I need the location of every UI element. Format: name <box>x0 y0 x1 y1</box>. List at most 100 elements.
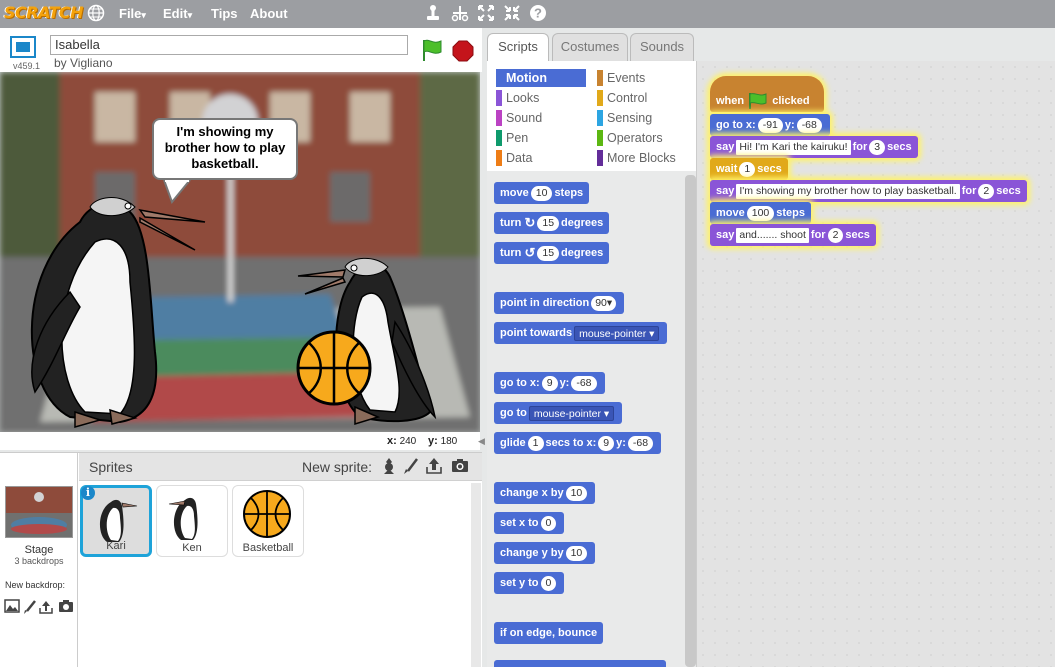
duplicate-stamp-icon[interactable] <box>423 4 443 24</box>
block-partial[interactable] <box>494 660 666 667</box>
block-text-input[interactable]: Hi! I'm Kari the kairuku! <box>736 139 851 155</box>
stage-canvas[interactable]: I'm showing my brother how to play baske… <box>0 72 480 432</box>
tab-sounds[interactable]: Sounds <box>630 33 694 61</box>
menu-tips[interactable]: Tips <box>211 6 238 21</box>
block-input[interactable]: -68 <box>796 117 822 133</box>
green-flag-icon[interactable] <box>420 38 444 62</box>
shrink-icon[interactable] <box>502 4 522 24</box>
block-set-y[interactable]: set y to 0 <box>494 572 565 594</box>
block-bounce[interactable]: if on edge, bounce <box>494 622 604 644</box>
block-point-in-direction[interactable]: point in direction 90▾ <box>494 292 625 314</box>
block-input[interactable]: 90▾ <box>591 295 617 311</box>
paintbrush-icon[interactable] <box>401 457 421 477</box>
category-more-blocks[interactable]: More Blocks <box>597 149 692 167</box>
fullscreen-icon[interactable] <box>10 36 36 58</box>
menu-edit[interactable]: Edit▾ <box>163 6 192 21</box>
block-go-to-xy[interactable]: go to x: -91 y: -68 <box>710 114 830 136</box>
block-text-input[interactable]: and....... shoot <box>736 227 809 243</box>
sprite-tile-ken[interactable]: Ken <box>156 485 228 557</box>
scratch-logo[interactable]: SCRATCH <box>4 3 83 22</box>
block-input[interactable]: 9 <box>541 375 558 391</box>
block-input[interactable]: 15 <box>537 215 560 231</box>
menu-about[interactable]: About <box>250 6 288 21</box>
sprite-list-scrollbar[interactable] <box>471 483 481 667</box>
upload-backdrop-icon[interactable] <box>38 599 54 615</box>
tab-costumes[interactable]: Costumes <box>552 33 628 61</box>
category-control[interactable]: Control <box>597 89 687 107</box>
block-change-y[interactable]: change y by 10 <box>494 542 596 564</box>
block-input[interactable]: -68 <box>627 435 654 451</box>
category-swatch <box>496 70 502 86</box>
block-move-steps[interactable]: move 100 steps <box>710 202 812 224</box>
block-say-for-secs[interactable]: say I'm showing my brother how to play ba… <box>710 180 1027 202</box>
help-icon[interactable]: ? <box>528 4 548 24</box>
category-swatch <box>597 130 603 146</box>
category-data[interactable]: Data <box>496 149 586 167</box>
paintbrush-icon[interactable] <box>22 599 38 615</box>
block-dropdown[interactable]: mouse-pointer ▾ <box>528 405 615 421</box>
block-input[interactable]: 2 <box>827 227 844 243</box>
block-input[interactable]: -91 <box>757 117 783 133</box>
category-sound[interactable]: Sound <box>496 109 586 127</box>
block-when-flag-clicked[interactable]: when clicked <box>710 76 824 112</box>
sprite-library-icon[interactable] <box>379 457 399 477</box>
upload-sprite-icon[interactable] <box>424 457 444 477</box>
block-glide[interactable]: glide 1 secs to x: 9 y: -68 <box>494 432 662 454</box>
paint-backdrop-picture-icon[interactable] <box>4 599 20 615</box>
block-say-for-secs[interactable]: say Hi! I'm Kari the kairuku! for 3 secs <box>710 136 918 158</box>
menu-file[interactable]: File▾ <box>119 6 146 21</box>
category-swatch <box>597 90 603 106</box>
tab-scripts[interactable]: Scripts <box>487 33 549 61</box>
block-input[interactable]: 100 <box>746 205 775 221</box>
block-point-towards[interactable]: point towards mouse-pointer ▾ <box>494 322 668 344</box>
block-input[interactable]: 0 <box>540 575 557 591</box>
block-change-x[interactable]: change x by 10 <box>494 482 596 504</box>
block-input[interactable]: 0 <box>540 515 557 531</box>
block-wait-secs[interactable]: wait 1 secs <box>710 158 788 180</box>
block-input[interactable]: 9 <box>598 435 615 451</box>
project-title-input[interactable]: Isabella <box>50 35 408 55</box>
block-go-to[interactable]: go to mouse-pointer ▾ <box>494 402 623 424</box>
category-operators[interactable]: Operators <box>597 129 687 147</box>
category-sensing[interactable]: Sensing <box>597 109 687 127</box>
delete-scissors-icon[interactable] <box>450 4 470 24</box>
category-pen[interactable]: Pen <box>496 129 586 147</box>
block-say-for-secs[interactable]: say and....... shoot for 2 secs <box>710 224 876 246</box>
block-categories: Motion Events Looks Control Sound Sensin… <box>487 61 697 171</box>
stop-icon[interactable] <box>452 40 474 62</box>
block-input[interactable]: 3 <box>869 139 886 155</box>
block-input[interactable]: 1 <box>527 435 544 451</box>
sprite-tile-kari[interactable]: i Kari <box>80 485 152 557</box>
speech-bubble-tail <box>163 180 191 204</box>
camera-icon[interactable] <box>450 457 470 477</box>
rotate-clockwise-icon: ↻ <box>524 215 536 231</box>
block-input[interactable]: -68 <box>571 375 597 391</box>
grow-icon[interactable] <box>476 4 496 24</box>
category-motion[interactable]: Motion <box>496 69 586 87</box>
block-input[interactable]: 15 <box>537 245 560 261</box>
speech-line: I'm showing my <box>176 124 274 139</box>
block-input[interactable]: 10 <box>565 545 588 561</box>
stage-thumbnail[interactable] <box>5 486 73 538</box>
block-text-input[interactable]: I'm showing my brother how to play baske… <box>736 183 960 199</box>
block-input[interactable]: 10 <box>565 485 588 501</box>
category-looks[interactable]: Looks <box>496 89 586 107</box>
block-move-steps[interactable]: move 10 steps <box>494 182 590 204</box>
block-input[interactable]: 10 <box>530 185 553 201</box>
block-input[interactable]: 1 <box>739 161 756 177</box>
globe-icon[interactable] <box>86 4 106 24</box>
block-set-x[interactable]: set x to 0 <box>494 512 565 534</box>
stage-column: Stage 3 backdrops New backdrop: <box>0 453 78 667</box>
sprite-name: Basketball <box>242 542 294 554</box>
block-go-to-xy[interactable]: go to x: 9 y: -68 <box>494 372 605 394</box>
speech-line: basketball. <box>191 156 259 171</box>
new-backdrop-label: New backdrop: <box>5 580 66 590</box>
block-turn-left[interactable]: turn ↺ 15 degrees <box>494 242 610 264</box>
block-dropdown[interactable]: mouse-pointer ▾ <box>574 325 660 341</box>
block-input[interactable]: 2 <box>978 183 995 199</box>
camera-icon[interactable] <box>58 599 74 615</box>
palette-scrollbar[interactable] <box>685 175 696 667</box>
sprite-tile-basketball[interactable]: Basketball <box>232 485 304 557</box>
category-events[interactable]: Events <box>597 69 687 87</box>
block-turn-right[interactable]: turn ↻ 15 degrees <box>494 212 610 234</box>
